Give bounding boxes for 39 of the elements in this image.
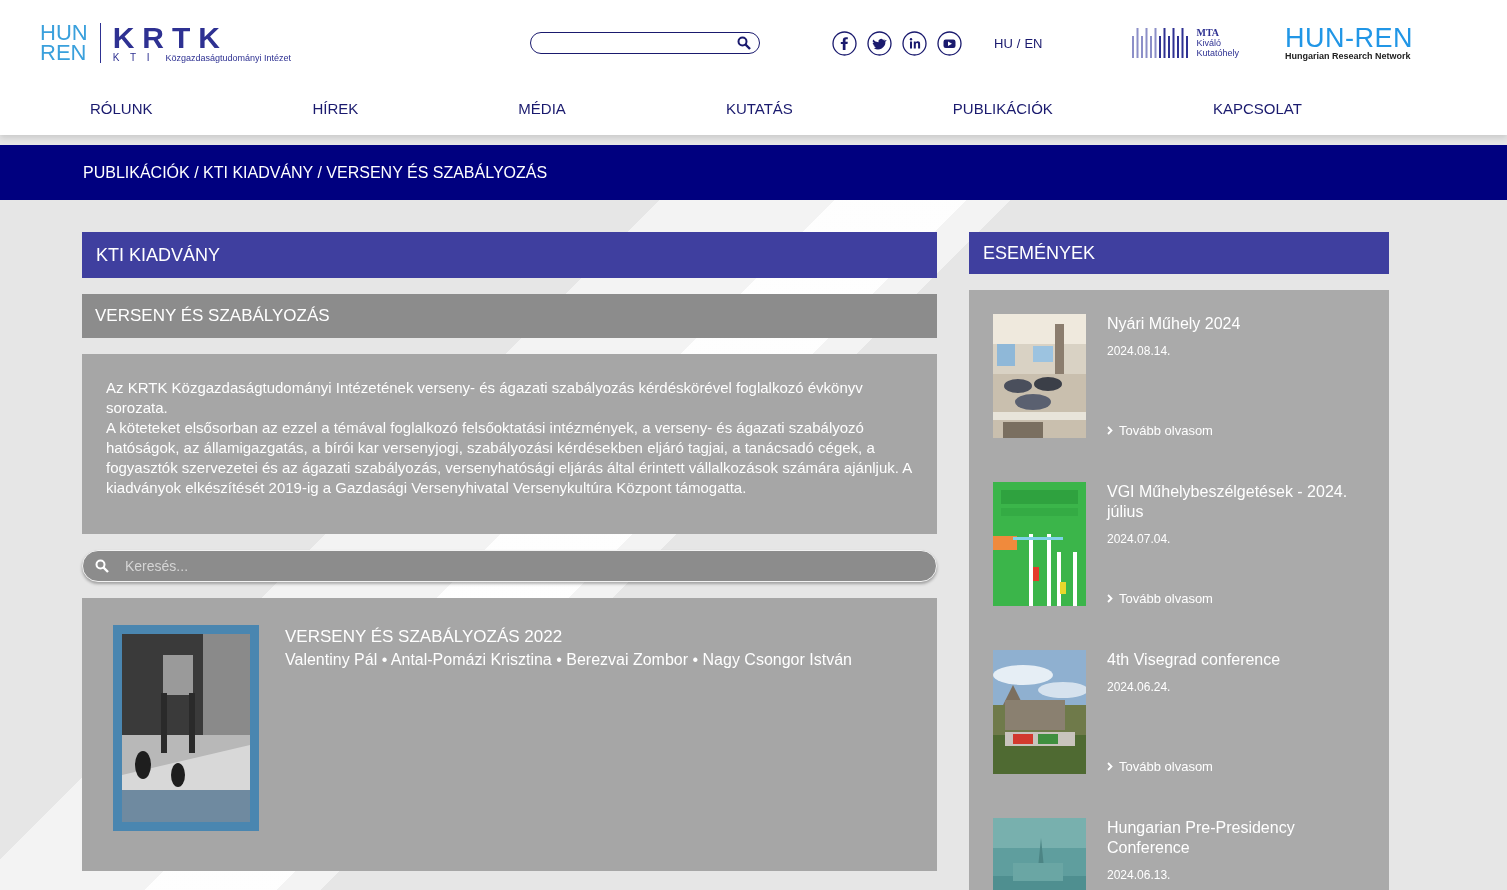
- event-date: 2024.06.13.: [1107, 868, 1172, 882]
- language-link[interactable]: EN: [1024, 35, 1043, 51]
- linkedin-icon[interactable]: [902, 30, 927, 56]
- nav-link[interactable]: RÓLUNK: [90, 99, 153, 117]
- separator-text: /: [1016, 35, 1021, 51]
- nav-link[interactable]: PUBLIKÁCIÓK: [952, 99, 1053, 117]
- search-icon[interactable]: [737, 36, 751, 50]
- twitter-icon[interactable]: [867, 30, 892, 56]
- event-date: 2024.08.14.: [1107, 344, 1172, 358]
- nav-link[interactable]: KAPCSOLAT: [1212, 99, 1302, 117]
- description-text: Az KRTK Közgazdaságtudományi Intézetének verseny- és ágazati szabályozás kérdéskörével foglalkozó évkönyv sorozata.: [106, 378, 864, 418]
- publication-authors: Valentiny Pál • Antal-Pomázi Krisztina • Berezvai Zombor • Nagy Csongor István: [285, 651, 852, 669]
- nav-link[interactable]: MÉDIA: [518, 99, 566, 117]
- facebook-icon[interactable]: [832, 30, 857, 56]
- event-date: 2024.06.24.: [1107, 680, 1172, 694]
- logo-text: K T I: [112, 51, 154, 63]
- event-date: 2024.07.04.: [1107, 532, 1172, 546]
- logo-text: Kutatóhely: [1196, 48, 1239, 58]
- subsection-heading: VERSENY ÉS SZABÁLYOZÁS: [82, 294, 937, 338]
- language-link[interactable]: HU: [994, 35, 1013, 51]
- bars-logo-icon: [1132, 28, 1191, 58]
- nav-link[interactable]: KUTATÁS: [725, 99, 793, 117]
- section-heading: KTI KIADVÁNY: [82, 232, 937, 278]
- section-heading: ESEMÉNYEK: [969, 232, 1389, 274]
- breadcrumb: PUBLIKÁCIÓK / KTI KIADVÁNY / VERSENY ÉS SZABÁLYOZÁS: [83, 163, 548, 182]
- chevron-icon: [1107, 594, 1113, 603]
- chevron-icon: [1107, 762, 1113, 771]
- logo-text: HUN: [40, 23, 88, 43]
- logo-text: KRTK: [112, 23, 229, 52]
- nav-link[interactable]: HÍREK: [312, 99, 359, 117]
- logo-subtitle: Közgazdaságtudományi Intézet: [165, 52, 292, 63]
- logo-subtitle: Hungarian Research Network: [1285, 51, 1412, 61]
- description-text: A köteteket elsősorban az ezzel a témával foglalkozó felsőoktatási intézmények, a verseny- és ágazati szabályozó hatóságok, az államigazgatás, a bírói kar versenyjogi, szabályozási kérdésekben eljáró tagjai, a tanácsadó cégek, a fogyasztók szervezetei és az ágazati szabályozás, versenyhatósági eljárás által érintett vállalkozások számára ajánljuk. A kiadványok elkészítését 2019-ig a Gazdasági Versenyhivatal Versenykultúra Központ támogatta.: [106, 418, 913, 498]
- logo-text: REN: [40, 43, 88, 63]
- youtube-icon[interactable]: [937, 30, 962, 56]
- logo-text: HUN-REN: [1285, 25, 1413, 51]
- logo-text: MTA: [1196, 28, 1221, 38]
- chevron-icon: [1107, 426, 1113, 435]
- logo-text: Kiváló: [1196, 38, 1222, 48]
